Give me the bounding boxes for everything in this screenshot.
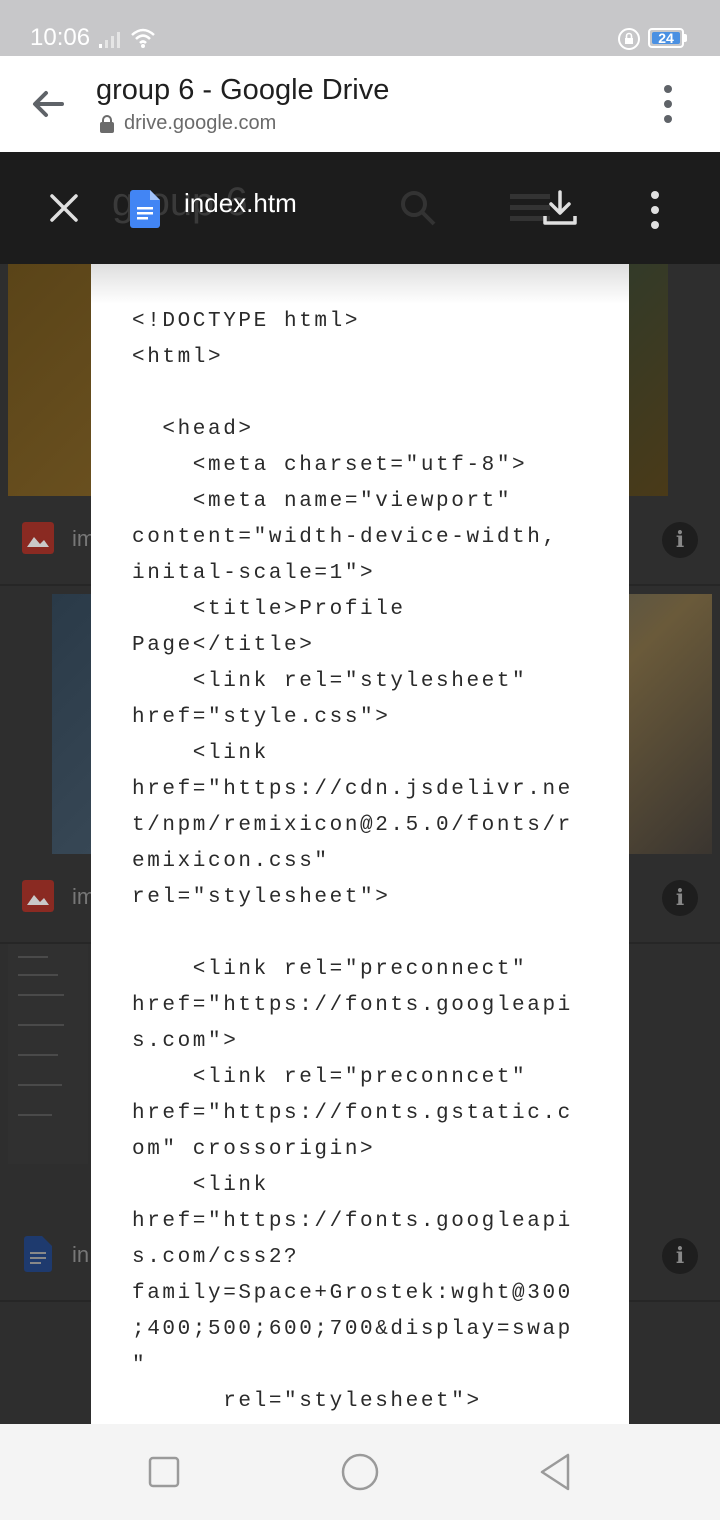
- code-line: t/npm/remixicon@2.5.0/fonts/r: [132, 814, 573, 837]
- code-line: <head>: [132, 418, 254, 441]
- signal-icon: [99, 32, 120, 48]
- close-icon[interactable]: [44, 188, 84, 228]
- code-line: <link rel="stylesheet": [132, 670, 528, 693]
- code-line: family=Space+Grostek:wght@300: [132, 1282, 573, 1305]
- more-vert-icon[interactable]: [654, 82, 682, 126]
- recents-square-icon[interactable]: [144, 1452, 184, 1492]
- browser-header: group 6 - Google Drive drive.google.com: [0, 56, 720, 152]
- code-line: s.com/css2?: [132, 1246, 300, 1269]
- more-vert-icon[interactable]: [640, 188, 670, 232]
- document-thumbnail: [8, 944, 88, 1164]
- code-line: <link: [132, 1174, 269, 1197]
- back-arrow-icon[interactable]: [28, 84, 68, 124]
- code-line: emixicon.css": [132, 850, 330, 873]
- navigation-bar: [0, 1424, 720, 1520]
- document-file-icon: [24, 1236, 52, 1272]
- code-line: <meta charset="utf-8">: [132, 454, 528, 477]
- lock-icon: [100, 115, 114, 133]
- code-line: href="https://fonts.gstatic.c: [132, 1102, 573, 1125]
- file-name-fragment: in: [72, 1242, 90, 1267]
- code-line: inital-scale=1">: [132, 562, 376, 585]
- battery-level: 24: [658, 30, 674, 46]
- code-line: ": [132, 1354, 148, 1377]
- status-bar: 10:06 24: [0, 0, 720, 56]
- viewer-toolbar: group 6 index.htm: [0, 152, 720, 264]
- code-line: rel="stylesheet">: [132, 1390, 482, 1413]
- panel-shadow: [91, 264, 629, 304]
- code-line: s.com">: [132, 1030, 239, 1053]
- info-icon: i: [662, 880, 698, 916]
- url-text: drive.google.com: [124, 112, 277, 134]
- back-triangle-icon[interactable]: [536, 1452, 576, 1492]
- info-icon: i: [662, 1238, 698, 1274]
- page-title: group 6 - Google Drive: [96, 74, 390, 106]
- code-line: <link: [132, 742, 269, 765]
- download-icon[interactable]: [540, 188, 580, 228]
- code-line: <link rel="preconnect": [132, 958, 528, 981]
- info-icon: i: [662, 522, 698, 558]
- code-line: href="style.css">: [132, 706, 391, 729]
- code-line: href="https://fonts.googleapi: [132, 994, 573, 1017]
- image-file-icon: [22, 522, 54, 554]
- code-line: om" crossorigin>: [132, 1138, 376, 1161]
- code-line: <title>Profile: [132, 598, 406, 621]
- image-file-icon: [22, 880, 54, 912]
- code-line: <link rel="preconncet": [132, 1066, 528, 1089]
- home-circle-icon[interactable]: [340, 1452, 380, 1492]
- code-line: <!DOCTYPE html>: [132, 310, 361, 333]
- lock-rotation-icon: [618, 28, 640, 50]
- code-line: content="width-device-width,: [132, 526, 558, 549]
- file-name: index.htm: [184, 188, 297, 218]
- battery-icon: 24: [648, 28, 688, 48]
- code-line: href="https://fonts.googleapi: [132, 1210, 573, 1233]
- code-line: <html>: [132, 346, 224, 369]
- google-docs-icon: [130, 190, 160, 228]
- code-line: ;400;500;600;700&display=swap: [132, 1318, 573, 1341]
- search-icon: [401, 191, 436, 226]
- code-line: <meta name="viewport": [132, 490, 513, 513]
- code-line: href="https://cdn.jsdelivr.ne: [132, 778, 573, 801]
- document-preview[interactable]: <!DOCTYPE html> <html> <head> <meta chars…: [91, 264, 629, 1424]
- code-line: Page</title>: [132, 634, 315, 657]
- code-line: rel="stylesheet">: [132, 886, 391, 909]
- wifi-icon: [131, 28, 155, 48]
- status-time: 10:06: [30, 24, 91, 51]
